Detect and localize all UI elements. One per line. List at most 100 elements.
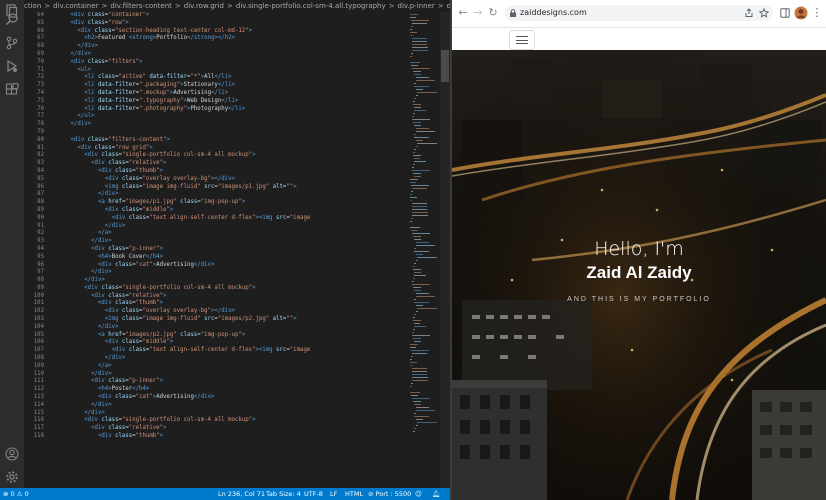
code-line[interactable]: 69 </div> [24,51,404,59]
breadcrumb-segment[interactable]: div.filters-content [110,2,171,10]
code-token: class [121,339,140,346]
eol-status[interactable]: LF [330,488,337,500]
scrollbar-thumb[interactable] [441,50,449,82]
breadcrumb-segment[interactable]: div.single-portfolio.col-sm-4.all.typogr… [236,2,386,10]
code-line[interactable]: 118 <div class="thumb"> [24,433,404,441]
run-debug-icon[interactable] [5,59,19,73]
code-line[interactable]: 115 </div> [24,410,404,418]
code-line[interactable]: 64 <div class="container"> [24,12,404,20]
code-token: class [94,27,112,34]
source-control-icon[interactable] [5,36,19,50]
cursor-position[interactable]: Ln 236, Col 71 [218,488,265,500]
more-menu-icon[interactable]: ⋮ [811,7,823,19]
code-line[interactable]: 100 <div class="relative"> [24,293,404,301]
code-line[interactable]: 67 <h2>Featured <strong>Portfolio</stron… [24,35,404,43]
code-line[interactable]: 75 <li data-filter=".typography">Web Des… [24,98,404,106]
code-line[interactable]: 86 <img class="image img-fluid" src="ima… [24,184,404,192]
code-line[interactable]: 88 <a href="images/p1.jpg" class="img-po… [24,199,404,207]
code-line[interactable]: 117 <div class="relative"> [24,425,404,433]
forward-arrow-icon[interactable]: → [472,7,484,19]
code-line[interactable]: 92 </a> [24,230,404,238]
code-line[interactable]: 90 <div class="text align-self-center d-… [24,215,404,223]
language-mode-status[interactable]: HTML [345,488,363,500]
account-icon[interactable] [5,447,19,461]
tab-size-status[interactable]: Tab Size: 4 [266,488,301,500]
minimap[interactable] [404,12,440,488]
code-line[interactable]: 111 <div class="p-inner"> [24,378,404,386]
code-line[interactable]: 71 <ul> [24,67,404,75]
feedback-icon[interactable]: ☺ [415,488,422,500]
live-server-status[interactable]: ⊘ Port : 5500 [368,488,411,500]
code-line[interactable]: 74 <li data-filter=".mockup">Advertising… [24,90,404,98]
lock-icon[interactable] [509,9,517,17]
editor-scrollbar[interactable] [440,12,450,488]
code-line[interactable]: 65 <div class="row"> [24,20,404,28]
minimap-line [412,68,430,69]
code-line[interactable]: 103 <img class="image img-fluid" src="im… [24,316,404,324]
code-line[interactable]: 87 </div> [24,191,404,199]
code-line[interactable]: 110 </div> [24,371,404,379]
code-line[interactable]: 79 [24,129,404,137]
code-line[interactable]: 113 <div class="cat">Advertising</div> [24,394,404,402]
code-line[interactable]: 104 </div> [24,324,404,332]
code-line[interactable]: 105 <a href="images/p2.jpg" class="img-p… [24,332,404,340]
code-line[interactable]: 107 <div class="text align-self-center d… [24,347,404,355]
code-line[interactable]: 96 <div class="cat">Advertising</div> [24,262,404,270]
code-line[interactable]: 101 <div class="thumb"> [24,300,404,308]
code-line[interactable]: 77 </ul> [24,113,404,121]
code-line[interactable]: 112 <h4>Poster</h4> [24,386,404,394]
profile-avatar[interactable] [794,6,808,20]
code-line[interactable]: 93 </div> [24,238,404,246]
extensions-icon[interactable] [5,83,19,97]
line-number: 68 [37,43,44,50]
code-token: class [94,144,112,151]
code-line[interactable]: 109 </a> [24,363,404,371]
hamburger-menu-icon[interactable] [509,30,535,50]
breadcrumb-segment[interactable]: ction [24,2,41,10]
code-line[interactable]: 72 <li class="active" data-filter="*">Al… [24,74,404,82]
code-line[interactable]: 73 <li data-filter=".packaging">Stationa… [24,82,404,90]
code-token: </div> [193,261,215,268]
code-line[interactable]: 76 <li data-filter=".photography">Photog… [24,106,404,114]
code-line[interactable]: 106 <div class="middle"> [24,339,404,347]
search-icon[interactable] [5,12,19,26]
back-arrow-icon[interactable]: ← [457,7,469,19]
code-line[interactable]: 78 </div> [24,121,404,129]
code-line[interactable]: 81 <div class="row grid"> [24,145,404,153]
code-line[interactable]: 98 </div> [24,277,404,285]
breadcrumb[interactable]: ction > div.container > div.filters-content >… [24,0,450,12]
code-line[interactable]: 94 <div class="p-inner"> [24,246,404,254]
code-line[interactable]: 83 <div class="relative"> [24,160,404,168]
code-line[interactable]: 85 <div class="overlay overlay-bg"></div… [24,176,404,184]
encoding-status[interactable]: UTF-8 [304,488,323,500]
code-line[interactable]: 84 <div class="thumb"> [24,168,404,176]
bookmark-star-icon[interactable] [759,8,769,18]
url-text[interactable]: zaiddesigns.com [520,5,587,21]
settings-gear-icon[interactable] [5,470,19,484]
problems-status[interactable]: ⊗ 0 ⚠ 0 [3,488,29,500]
breadcrumb-segment[interactable]: div.container [53,2,98,10]
code-line[interactable]: 95 <h4>Book Cover</h4> [24,254,404,262]
code-line[interactable]: 70 <div class="filters"> [24,59,404,67]
code-line[interactable]: 66 <div class="section-heading text-cent… [24,28,404,36]
code-line[interactable]: 99 <div class="single-portfolio col-sm-4… [24,285,404,293]
breadcrumb-segment[interactable]: div.row.grid [184,2,224,10]
share-icon[interactable] [744,8,754,18]
code-line[interactable]: 82 <div class="single-portfolio col-sm-4… [24,152,404,160]
address-bar[interactable]: zaiddesigns.com [505,5,773,21]
code-line[interactable]: 97 </div> [24,269,404,277]
breadcrumb-segment[interactable]: div.p-inner [398,2,435,10]
code-line[interactable]: 89 <div class="middle"> [24,207,404,215]
code-line[interactable]: 108 </div> [24,355,404,363]
side-panel-icon[interactable] [780,8,790,18]
code-line[interactable]: 91 </div> [24,223,404,231]
code-text-area[interactable]: 64 <div class="container"> 65 <div class=… [24,12,404,488]
code-line[interactable]: 68 </div> [24,43,404,51]
code-token: > [159,245,164,252]
code-line[interactable]: 114 </div> [24,402,404,410]
notifications-bell-icon[interactable]: 🔔︎ [432,488,440,500]
code-line[interactable]: 116 <div class="single-portfolio col-sm-… [24,417,404,425]
code-line[interactable]: 102 <div class="overlay overlay-bg"></di… [24,308,404,316]
code-line[interactable]: 80 <div class="filters-content"> [24,137,404,145]
reload-icon[interactable]: ↻ [487,7,499,19]
